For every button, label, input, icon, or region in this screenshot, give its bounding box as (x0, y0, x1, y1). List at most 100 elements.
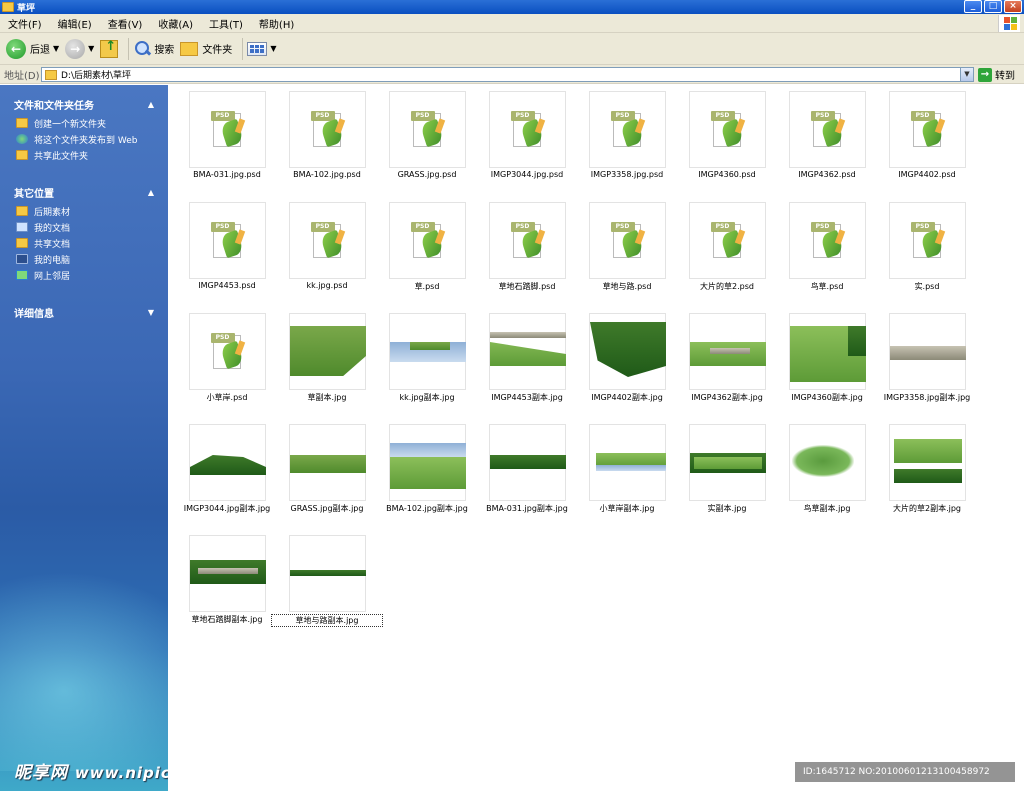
file-thumbnail[interactable] (889, 313, 966, 390)
maximize-button[interactable]: □ (984, 0, 1002, 13)
file-name[interactable]: 草地与路.psd (571, 281, 683, 292)
file-item[interactable]: PSD IMGP3358.jpg.psd (577, 88, 677, 193)
file-thumbnail[interactable]: PSD (389, 202, 466, 279)
file-thumbnail[interactable] (689, 424, 766, 501)
minimize-button[interactable]: _ (964, 0, 982, 13)
task-publish-web[interactable]: 将这个文件夹发布到 Web (16, 131, 168, 147)
menu-favorites[interactable]: 收藏(A) (150, 16, 201, 31)
task-share-folder[interactable]: 共享此文件夹 (16, 147, 168, 163)
task-new-folder[interactable]: 创建一个新文件夹 (16, 115, 168, 131)
file-item[interactable]: PSD 鸟草.psd (777, 199, 877, 304)
menu-edit[interactable]: 编辑(E) (50, 16, 100, 31)
search-button[interactable]: 搜索 (133, 40, 174, 58)
file-name[interactable]: BMA-102.jpg副本.jpg (371, 503, 483, 514)
file-name[interactable]: GRASS.jpg副本.jpg (271, 503, 383, 514)
file-name[interactable]: kk.jpg.psd (271, 281, 383, 290)
file-name[interactable]: 实.psd (871, 281, 983, 292)
file-thumbnail[interactable]: PSD (489, 202, 566, 279)
file-thumbnail[interactable]: PSD (389, 91, 466, 168)
file-name[interactable]: kk.jpg副本.jpg (371, 392, 483, 403)
file-thumbnail[interactable] (389, 424, 466, 501)
file-item[interactable]: PSD 小草岸.psd (177, 310, 277, 415)
other-places-header[interactable]: 其它位置 ▲ (0, 183, 168, 201)
file-name[interactable]: IMGP4360.psd (671, 170, 783, 179)
file-thumbnail[interactable]: PSD (789, 202, 866, 279)
file-item[interactable]: IMGP3044.jpg副本.jpg (177, 421, 277, 526)
place-network[interactable]: 网上邻居 (16, 267, 168, 283)
chevron-down-icon[interactable]: ▼ (88, 44, 94, 53)
file-item[interactable]: IMGP4360副本.jpg (777, 310, 877, 415)
file-name[interactable]: IMGP4402.psd (871, 170, 983, 179)
up-folder-button[interactable] (100, 39, 119, 58)
file-name[interactable]: 草地石踏脚副本.jpg (171, 614, 283, 625)
file-thumbnail[interactable]: PSD (189, 91, 266, 168)
file-thumbnail[interactable] (489, 313, 566, 390)
file-thumbnail[interactable] (689, 313, 766, 390)
address-path[interactable]: D:\后期素材\草坪 (61, 68, 131, 81)
file-name[interactable]: IMGP4362.psd (771, 170, 883, 179)
file-thumbnail[interactable] (589, 424, 666, 501)
address-input[interactable]: D:\后期素材\草坪 ▼ (41, 67, 974, 82)
menu-view[interactable]: 查看(V) (100, 16, 151, 31)
menu-tools[interactable]: 工具(T) (201, 16, 251, 31)
file-item[interactable]: kk.jpg副本.jpg (377, 310, 477, 415)
file-item[interactable]: PSD 草地石踏脚.psd (477, 199, 577, 304)
file-thumbnail[interactable]: PSD (189, 313, 266, 390)
file-thumbnail[interactable] (289, 313, 366, 390)
file-item[interactable]: IMGP3358.jpg副本.jpg (877, 310, 977, 415)
file-thumbnail[interactable]: PSD (189, 202, 266, 279)
file-item[interactable]: PSD 实.psd (877, 199, 977, 304)
place-post-materials[interactable]: 后期素材 (16, 203, 168, 219)
file-item[interactable]: PSD IMGP4453.psd (177, 199, 277, 304)
file-name[interactable]: 鸟草.psd (771, 281, 883, 292)
file-item[interactable]: 大片的草2副本.jpg (877, 421, 977, 526)
place-my-documents[interactable]: 我的文档 (16, 219, 168, 235)
file-item[interactable]: GRASS.jpg副本.jpg (277, 421, 377, 526)
file-name[interactable]: 大片的草2.psd (671, 281, 783, 292)
views-button[interactable]: ▼ (247, 41, 276, 56)
file-name[interactable]: 草副本.jpg (271, 392, 383, 403)
file-name[interactable]: 小草岸.psd (171, 392, 283, 403)
file-thumbnail[interactable]: PSD (789, 91, 866, 168)
file-item[interactable]: PSD 大片的草2.psd (677, 199, 777, 304)
file-item[interactable]: 鸟草副本.jpg (777, 421, 877, 526)
file-name[interactable]: BMA-031.jpg副本.jpg (471, 503, 583, 514)
file-name[interactable]: IMGP4362副本.jpg (671, 392, 783, 403)
file-thumbnail[interactable] (789, 424, 866, 501)
file-thumbnail[interactable] (389, 313, 466, 390)
file-name[interactable]: 草地与路副本.jpg (271, 614, 383, 627)
file-name[interactable]: IMGP3044.jpg.psd (471, 170, 583, 179)
file-item[interactable]: 草地与路副本.jpg (271, 532, 383, 637)
file-item[interactable]: BMA-031.jpg副本.jpg (477, 421, 577, 526)
file-item[interactable]: PSD 草地与路.psd (577, 199, 677, 304)
menu-help[interactable]: 帮助(H) (251, 16, 302, 31)
place-my-computer[interactable]: 我的电脑 (16, 251, 168, 267)
file-item[interactable]: 实副本.jpg (677, 421, 777, 526)
file-item[interactable]: 草地石踏脚副本.jpg (177, 532, 277, 637)
file-name[interactable]: IMGP4453.psd (171, 281, 283, 290)
collapse-icon[interactable]: ▲ (148, 188, 154, 197)
file-item[interactable]: PSD 草.psd (377, 199, 477, 304)
file-item[interactable]: PSD GRASS.jpg.psd (377, 88, 477, 193)
file-name[interactable]: IMGP3358.jpg.psd (571, 170, 683, 179)
collapse-icon[interactable]: ▲ (148, 100, 154, 109)
details-header[interactable]: 详细信息 ▼ (0, 303, 168, 321)
back-button[interactable]: ← 后退 ▼ (6, 38, 59, 59)
file-item[interactable]: IMGP4362副本.jpg (677, 310, 777, 415)
file-item[interactable]: 草副本.jpg (277, 310, 377, 415)
file-name[interactable]: BMA-102.jpg.psd (271, 170, 383, 179)
file-item[interactable]: PSD kk.jpg.psd (277, 199, 377, 304)
file-item[interactable]: PSD IMGP4402.psd (877, 88, 977, 193)
menu-file[interactable]: 文件(F) (0, 16, 50, 31)
close-button[interactable]: × (1004, 0, 1022, 13)
file-thumbnail[interactable] (489, 424, 566, 501)
file-name[interactable]: IMGP3358.jpg副本.jpg (871, 392, 983, 403)
file-name[interactable]: 小草岸副本.jpg (571, 503, 683, 514)
go-button[interactable]: → 转到 (978, 67, 1015, 82)
folders-button[interactable]: 文件夹 (180, 41, 232, 56)
file-thumbnail[interactable] (189, 424, 266, 501)
file-thumbnail[interactable] (889, 424, 966, 501)
chevron-down-icon[interactable]: ▼ (960, 68, 973, 81)
chevron-down-icon[interactable]: ▼ (270, 44, 276, 53)
place-shared-documents[interactable]: 共享文档 (16, 235, 168, 251)
